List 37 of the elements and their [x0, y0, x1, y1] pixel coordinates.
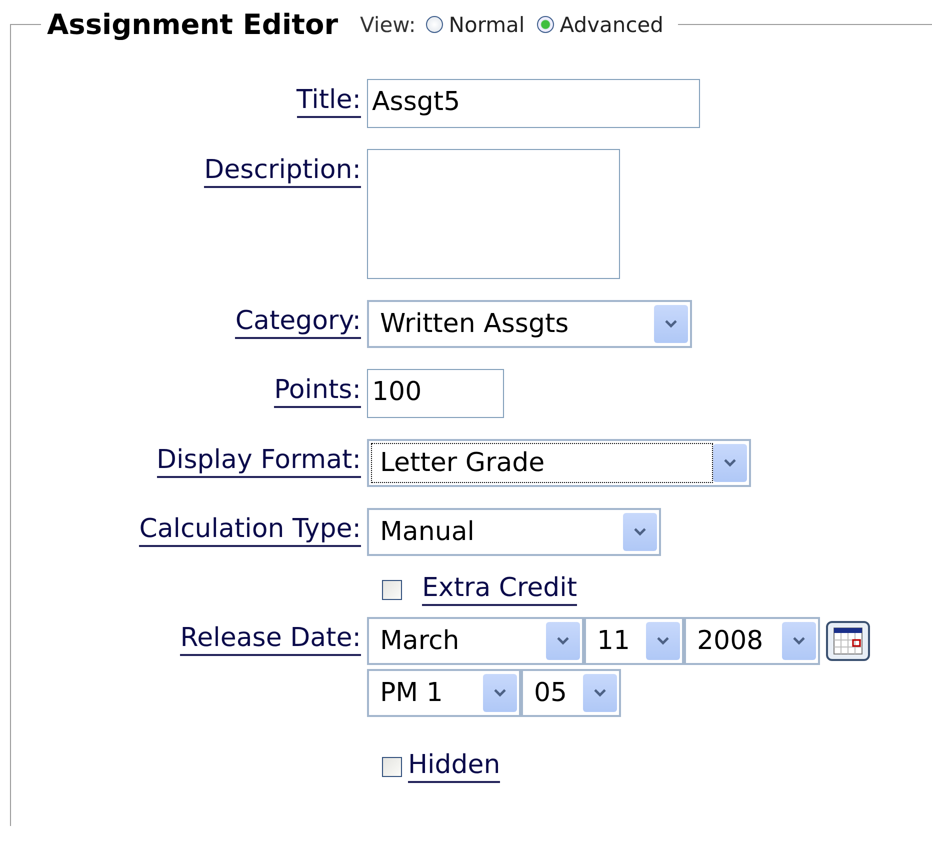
radio-label[interactable]: Advanced [560, 12, 664, 36]
text-area[interactable] [367, 149, 620, 279]
dropdown[interactable]: 11 [584, 617, 684, 665]
editor-title: Assignment Editor [47, 8, 338, 41]
radio-label[interactable]: Normal [448, 12, 525, 36]
field-label[interactable]: Release Date: [180, 623, 361, 656]
chevron-down-icon [493, 688, 507, 698]
dropdown[interactable]: PM 1 [367, 669, 521, 717]
field-label[interactable]: Points: [274, 375, 361, 408]
field-label[interactable]: Title: [296, 85, 361, 118]
input-field[interactable]: Assgt5 [367, 79, 700, 128]
chevron-down-icon [656, 636, 670, 646]
dropdown[interactable]: 05 [521, 669, 621, 717]
chevron-down-icon [664, 319, 678, 329]
radio-button[interactable] [426, 16, 443, 33]
field-label[interactable]: Calculation Type: [139, 514, 361, 547]
field-label[interactable]: Display Format: [156, 445, 361, 478]
dropdown[interactable]: Manual [367, 508, 661, 556]
checkbox[interactable] [382, 580, 402, 600]
calendar-icon[interactable] [826, 621, 870, 661]
radio-button[interactable] [536, 16, 554, 33]
chevron-down-icon [723, 458, 737, 468]
dropdown[interactable]: March [367, 617, 584, 665]
chevron-down-icon [593, 688, 607, 698]
dropdown[interactable]: Letter Grade [367, 439, 751, 487]
dropdown[interactable]: Written Assgts [367, 300, 692, 348]
view-label: View: [360, 12, 416, 36]
checkbox-label[interactable]: Extra Credit [422, 573, 578, 606]
checkbox[interactable] [382, 756, 402, 776]
input-field[interactable]: 100 [367, 369, 504, 418]
dropdown[interactable]: 2008 [684, 617, 820, 665]
field-label[interactable]: Category: [235, 306, 361, 339]
chevron-down-icon [633, 527, 647, 537]
chevron-down-icon [556, 636, 570, 646]
chevron-down-icon [792, 636, 806, 646]
field-label[interactable]: Description: [204, 155, 361, 188]
checkbox-label[interactable]: Hidden [408, 750, 500, 783]
